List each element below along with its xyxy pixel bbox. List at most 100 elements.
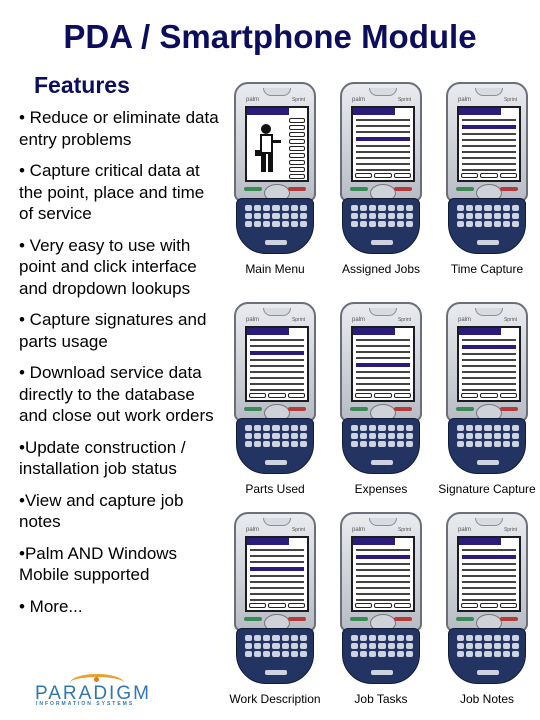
screen-row — [462, 389, 516, 391]
screen-row — [462, 133, 516, 135]
phone-upper-body: palm Sprint — [340, 512, 422, 632]
keyboard-keys — [457, 425, 519, 447]
screenshot-caption: Parts Used — [245, 482, 305, 496]
phone-upper-body: palm Sprint — [234, 82, 316, 202]
screenshot-card-8: palm Sprint Job Tasks — [328, 512, 434, 707]
screenshot-card-6: palm Sprint Signature Capture — [434, 302, 540, 497]
screen-row — [462, 151, 516, 153]
screen-row — [462, 371, 516, 373]
keyboard-keys — [245, 635, 307, 657]
screen-row — [356, 377, 410, 379]
screen-title-bar — [353, 108, 395, 115]
phone-keyboard — [342, 198, 420, 254]
screen-row — [250, 339, 304, 341]
phone-image: palm Sprint — [234, 512, 316, 684]
screen-row — [356, 119, 410, 121]
screen-row — [462, 169, 516, 171]
screen-title-bar — [459, 108, 501, 115]
screen-row — [250, 377, 304, 379]
earpiece-icon — [263, 518, 291, 526]
screenshot-card-7: palm Sprint Work Description — [222, 512, 328, 707]
screen-buttons — [461, 603, 517, 608]
phone-upper-body: palm Sprint — [446, 82, 528, 202]
screen-title-bar — [247, 108, 289, 115]
screen-row — [356, 599, 410, 601]
screenshot-card-5: palm Sprint Expenses — [328, 302, 434, 497]
screen-buttons — [461, 173, 517, 178]
screen-row — [356, 383, 410, 385]
phone-keyboard — [236, 628, 314, 684]
feature-item: • Capture signatures and parts usage — [19, 310, 207, 351]
screen-row — [356, 389, 410, 391]
screen-row — [356, 593, 410, 595]
carrier-logo: Sprint — [291, 527, 305, 533]
feature-item: •Update construction / installation job … — [19, 437, 186, 479]
screenshot-card-2: palm Sprint Assigned Jobs — [328, 82, 434, 277]
screen-row — [462, 599, 516, 601]
screen-row — [250, 581, 304, 583]
screen-row — [462, 119, 516, 121]
screen-row — [356, 151, 410, 153]
menu-button — [289, 174, 305, 179]
screen-row — [356, 125, 410, 127]
screen-row — [250, 345, 304, 347]
screen-row — [462, 339, 516, 341]
end-call-button-icon — [394, 617, 412, 621]
earpiece-icon — [369, 518, 397, 526]
screen-title-bar — [247, 328, 289, 335]
screen-row — [356, 569, 410, 571]
screen-row — [462, 575, 516, 577]
phone-upper-body: palm Sprint — [446, 512, 528, 632]
call-button-icon — [350, 407, 368, 411]
screenshot-caption: Job Notes — [459, 692, 515, 706]
phone-keyboard — [236, 418, 314, 474]
screen-row — [462, 145, 516, 147]
screen-row — [356, 351, 410, 353]
phone-image: palm Sprint — [446, 512, 528, 684]
screen-row — [462, 345, 516, 349]
menu-buttons — [289, 118, 305, 180]
screen-row — [356, 169, 410, 171]
screen-row — [250, 599, 304, 601]
screen-row — [462, 139, 516, 141]
phone-image: palm Sprint — [340, 512, 422, 684]
keyboard-keys — [351, 205, 413, 227]
screenshot-caption: Assigned Jobs — [341, 262, 421, 276]
screen-row — [356, 371, 410, 373]
phone-screen — [457, 536, 521, 612]
phone-upper-body: palm Sprint — [234, 302, 316, 422]
carrier-logo: Sprint — [503, 527, 517, 533]
earpiece-icon — [263, 88, 291, 96]
menu-button — [289, 167, 305, 172]
screen-buttons — [249, 603, 305, 608]
carrier-logo: Sprint — [397, 97, 411, 103]
screen-row — [356, 339, 410, 341]
feature-item: •Palm AND Windows Mobile supported — [19, 543, 178, 585]
screen-row — [250, 383, 304, 385]
feature-item: • Capture critical data at the point, pl… — [19, 161, 205, 223]
earpiece-icon — [369, 88, 397, 96]
call-button-icon — [350, 187, 368, 191]
end-call-button-icon — [500, 407, 518, 411]
phone-brand: palm — [246, 317, 260, 323]
menu-button — [289, 132, 305, 137]
menu-button — [289, 125, 305, 130]
keyboard-keys — [351, 635, 413, 657]
screen-row — [356, 357, 410, 359]
screen-row — [462, 365, 516, 367]
screen-row — [462, 581, 516, 583]
feature-item: •View and capture job notes — [19, 490, 184, 532]
spacebar-icon — [477, 670, 499, 675]
end-call-button-icon — [288, 617, 306, 621]
phone-brand: palm — [458, 317, 472, 323]
carrier-logo: Sprint — [503, 97, 517, 103]
screen-row — [462, 569, 516, 571]
keyboard-keys — [245, 425, 307, 447]
spacebar-icon — [265, 460, 287, 465]
feature-item: • Reduce or eliminate data entry problem… — [19, 108, 219, 149]
screen-row — [462, 163, 516, 165]
screen-row — [462, 593, 516, 595]
screen-row — [250, 371, 304, 373]
screen-buttons — [355, 173, 411, 178]
screen-row — [250, 593, 304, 595]
